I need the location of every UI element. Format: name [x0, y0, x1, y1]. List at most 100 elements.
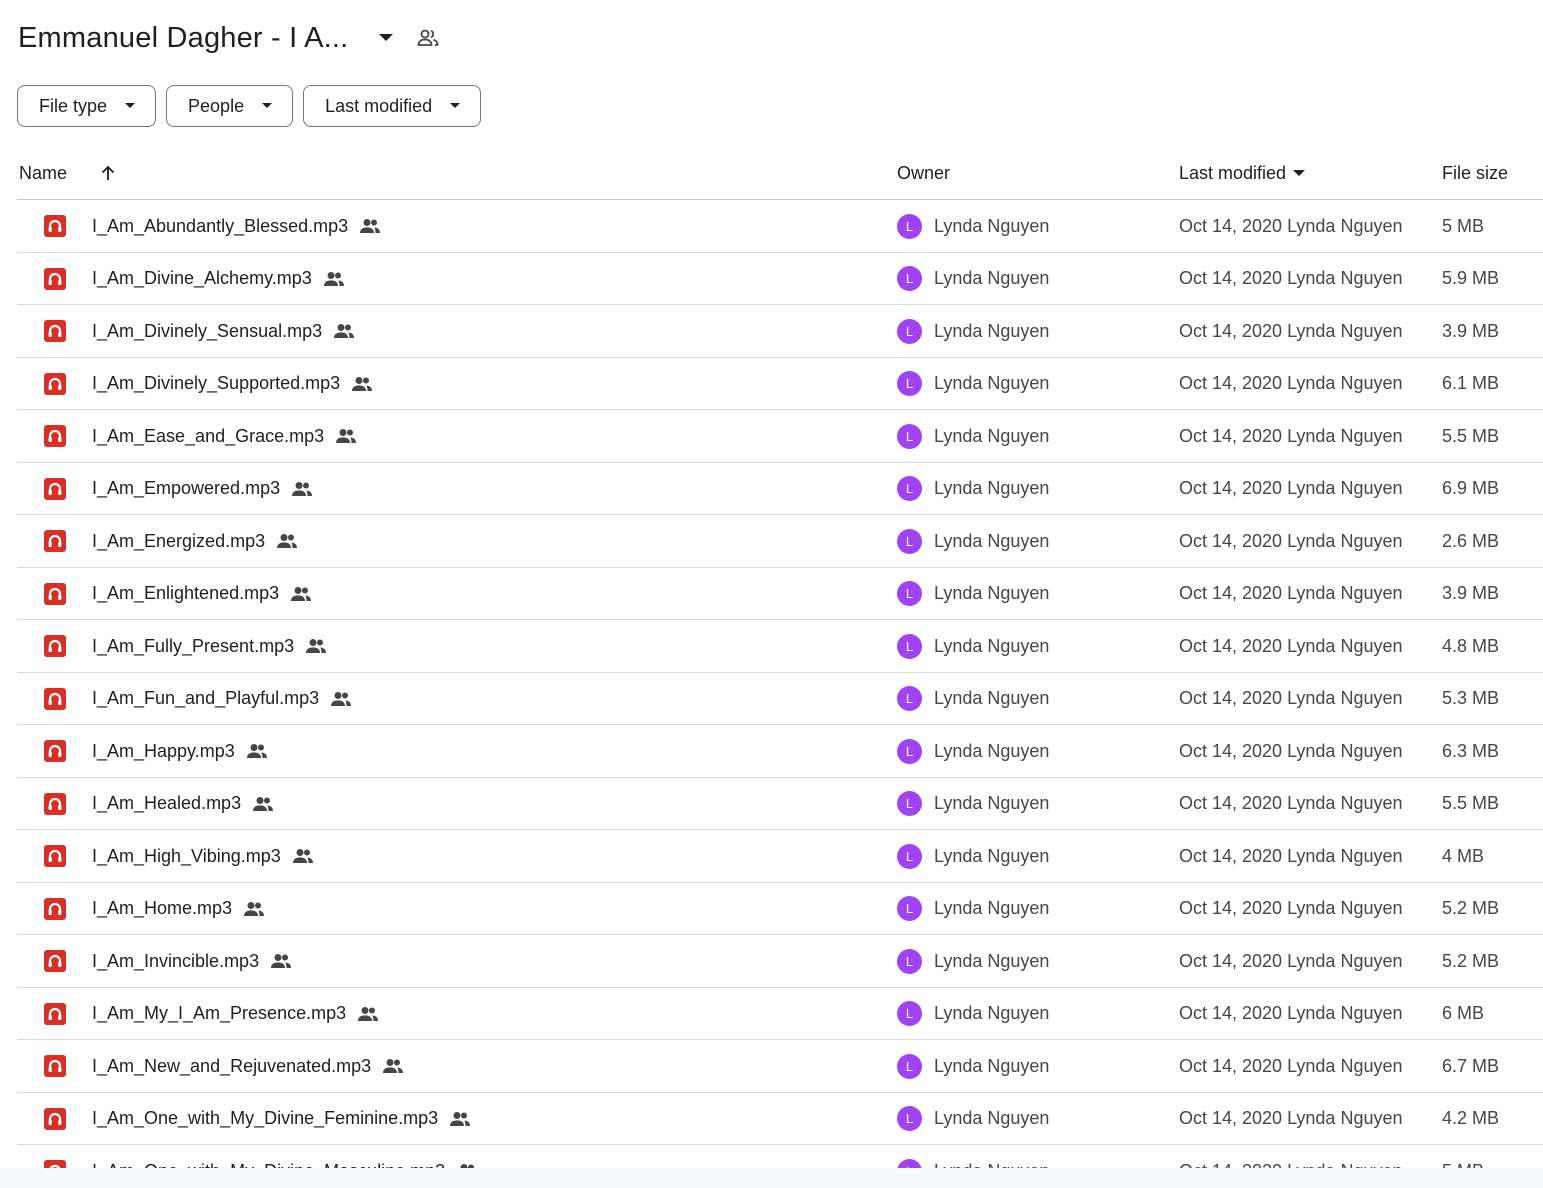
people-filter[interactable]: People	[166, 85, 294, 127]
owner-name: Lynda Nguyen	[934, 845, 1050, 866]
file-list: Name Owner Last modified File size I_Am_…	[17, 146, 1543, 1188]
file-size-cell: 5.2 MB	[1442, 950, 1500, 971]
folder-header: Emmanuel Dagher - I A...	[18, 14, 442, 62]
owner-cell: L Lynda Nguyen	[897, 305, 1049, 357]
avatar: L	[897, 843, 922, 869]
file-name: I_Am_My_I_Am_Presence.mp3	[92, 1003, 347, 1023]
avatar: L	[897, 266, 922, 291]
last-modified-cell: Oct 14, 2020 Lynda Nguyen	[1179, 688, 1403, 708]
owner-name: Lynda Nguyen	[934, 898, 1050, 918]
file-size-cell: 6.9 MB	[1442, 478, 1500, 498]
audio-file-icon	[44, 673, 66, 725]
owner-name: Lynda Nguyen	[934, 950, 1050, 971]
owner-name: Lynda Nguyen	[934, 635, 1050, 656]
table-row[interactable]: I_Am_Energized.mp3 L Lynda Nguyen Oct 14…	[17, 515, 1543, 568]
audio-file-icon	[44, 305, 66, 357]
owner-cell: L Lynda Nguyen	[897, 1040, 1049, 1092]
audio-file-icon	[44, 778, 66, 830]
audio-file-icon	[44, 935, 66, 987]
last-modified-column-header[interactable]: Last modified	[1179, 146, 1306, 200]
audio-file-icon	[44, 358, 66, 410]
audio-file-icon	[44, 725, 66, 777]
table-row[interactable]: I_Am_Ease_and_Grace.mp3 L Lynda Nguyen O…	[17, 410, 1543, 463]
file-name: I_Am_Ease_and_Grace.mp3	[92, 425, 325, 446]
last-modified-cell: Oct 14, 2020 Lynda Nguyen	[1179, 425, 1403, 446]
file-size-cell: 6.7 MB	[1442, 1055, 1500, 1076]
filter-label: Last modified	[325, 95, 433, 116]
avatar: L	[897, 738, 922, 764]
table-row[interactable]: I_Am_Invincible.mp3 L Lynda Nguyen Oct 1…	[17, 935, 1543, 988]
file-name-cell: I_Am_Abundantly_Blessed.mp3	[92, 200, 381, 252]
table-row[interactable]: I_Am_Divinely_Sensual.mp3 L Lynda Nguyen…	[17, 305, 1543, 358]
file-name: I_Am_Healed.mp3	[92, 793, 242, 813]
audio-file-icon	[44, 988, 66, 1040]
last-modified-cell: Oct 14, 2020 Lynda Nguyen	[1179, 583, 1403, 603]
shared-users-icon[interactable]	[414, 24, 442, 52]
file-name: I_Am_Abundantly_Blessed.mp3	[92, 215, 349, 236]
table-row[interactable]: I_Am_One_with_My_Divine_Feminine.mp3 L L…	[17, 1093, 1543, 1145]
file-name-cell: I_Am_Home.mp3	[92, 883, 265, 935]
table-row[interactable]: I_Am_Divinely_Supported.mp3 L Lynda Nguy…	[17, 358, 1543, 410]
file-name-cell: I_Am_Fun_and_Playful.mp3	[92, 673, 352, 725]
last-modified-filter[interactable]: Last modified	[303, 85, 482, 127]
table-row[interactable]: I_Am_Enlightened.mp3 L Lynda Nguyen Oct …	[17, 568, 1543, 620]
table-row[interactable]: I_Am_New_and_Rejuvenated.mp3 L Lynda Ngu…	[17, 1040, 1543, 1093]
table-row[interactable]: I_Am_My_I_Am_Presence.mp3 L Lynda Nguyen…	[17, 988, 1543, 1040]
table-row[interactable]: I_Am_Abundantly_Blessed.mp3 L Lynda Nguy…	[17, 200, 1543, 253]
avatar: L	[897, 686, 922, 711]
file-name: I_Am_Home.mp3	[92, 898, 233, 918]
filter-bar: File type People Last modified	[17, 85, 482, 127]
owner-column-header: Owner	[897, 162, 951, 183]
last-modified-cell: Oct 14, 2020 Lynda Nguyen	[1179, 320, 1403, 341]
shared-icon	[292, 848, 314, 864]
file-size-cell: 5 MB	[1442, 215, 1485, 236]
table-row[interactable]: I_Am_Home.mp3 L Lynda Nguyen Oct 14, 202…	[17, 883, 1543, 935]
file-size-cell: 2.6 MB	[1442, 530, 1500, 551]
file-name-cell: I_Am_Enlightened.mp3	[92, 568, 312, 620]
table-row[interactable]: I_Am_Fully_Present.mp3 L Lynda Nguyen Oc…	[17, 620, 1543, 673]
file-type-filter[interactable]: File type	[17, 85, 157, 127]
table-row[interactable]: I_Am_Empowered.mp3 L Lynda Nguyen Oct 14…	[17, 463, 1543, 515]
owner-name: Lynda Nguyen	[934, 425, 1050, 446]
name-column-header[interactable]: Name	[19, 146, 67, 200]
owner-name: Lynda Nguyen	[934, 740, 1050, 761]
table-row[interactable]: I_Am_High_Vibing.mp3 L Lynda Nguyen Oct …	[17, 830, 1543, 883]
file-size-cell: 3.9 MB	[1442, 583, 1500, 603]
table-row[interactable]: I_Am_Happy.mp3 L Lynda Nguyen Oct 14, 20…	[17, 725, 1543, 778]
table-row[interactable]: I_Am_Healed.mp3 L Lynda Nguyen Oct 14, 2…	[17, 778, 1543, 830]
file-size-cell: 5.9 MB	[1442, 268, 1500, 288]
file-name-cell: I_Am_New_and_Rejuvenated.mp3	[92, 1040, 404, 1092]
owner-cell: L Lynda Nguyen	[897, 988, 1049, 1040]
file-name: I_Am_Divinely_Supported.mp3	[92, 373, 341, 393]
avatar: L	[897, 371, 922, 396]
table-row[interactable]: I_Am_Divine_Alchemy.mp3 L Lynda Nguyen O…	[17, 253, 1543, 305]
folder-title[interactable]: Emmanuel Dagher - I A...	[18, 22, 348, 55]
owner-name: Lynda Nguyen	[934, 268, 1050, 288]
shared-icon	[270, 953, 292, 969]
file-name-cell: I_Am_Empowered.mp3	[92, 463, 313, 515]
audio-file-icon	[44, 1040, 66, 1092]
owner-name: Lynda Nguyen	[934, 1108, 1050, 1128]
filter-label: People	[188, 95, 245, 116]
file-name: I_Am_Energized.mp3	[92, 530, 266, 551]
file-name: I_Am_Enlightened.mp3	[92, 583, 280, 603]
arrow-drop-down-icon[interactable]	[374, 26, 398, 50]
owner-cell: L Lynda Nguyen	[897, 778, 1049, 830]
bottom-fade	[0, 1168, 1543, 1188]
shared-icon	[357, 1006, 379, 1022]
arrow-drop-down-icon	[125, 103, 136, 109]
file-name-cell: I_Am_Healed.mp3	[92, 778, 274, 830]
file-size-cell: 5.5 MB	[1442, 793, 1500, 813]
owner-cell: L Lynda Nguyen	[897, 358, 1049, 410]
file-name: I_Am_Invincible.mp3	[92, 950, 260, 971]
file-name: I_Am_One_with_My_Divine_Feminine.mp3	[92, 1108, 439, 1128]
shared-icon	[335, 428, 357, 444]
last-modified-cell: Oct 14, 2020 Lynda Nguyen	[1179, 478, 1403, 498]
sort-ascending-icon[interactable]	[97, 146, 119, 200]
last-modified-cell: Oct 14, 2020 Lynda Nguyen	[1179, 740, 1403, 761]
audio-file-icon	[44, 620, 66, 672]
last-modified-cell: Oct 14, 2020 Lynda Nguyen	[1179, 373, 1403, 393]
shared-icon	[330, 691, 352, 707]
file-name-cell: I_Am_Invincible.mp3	[92, 935, 292, 987]
table-row[interactable]: I_Am_Fun_and_Playful.mp3 L Lynda Nguyen …	[17, 673, 1543, 725]
